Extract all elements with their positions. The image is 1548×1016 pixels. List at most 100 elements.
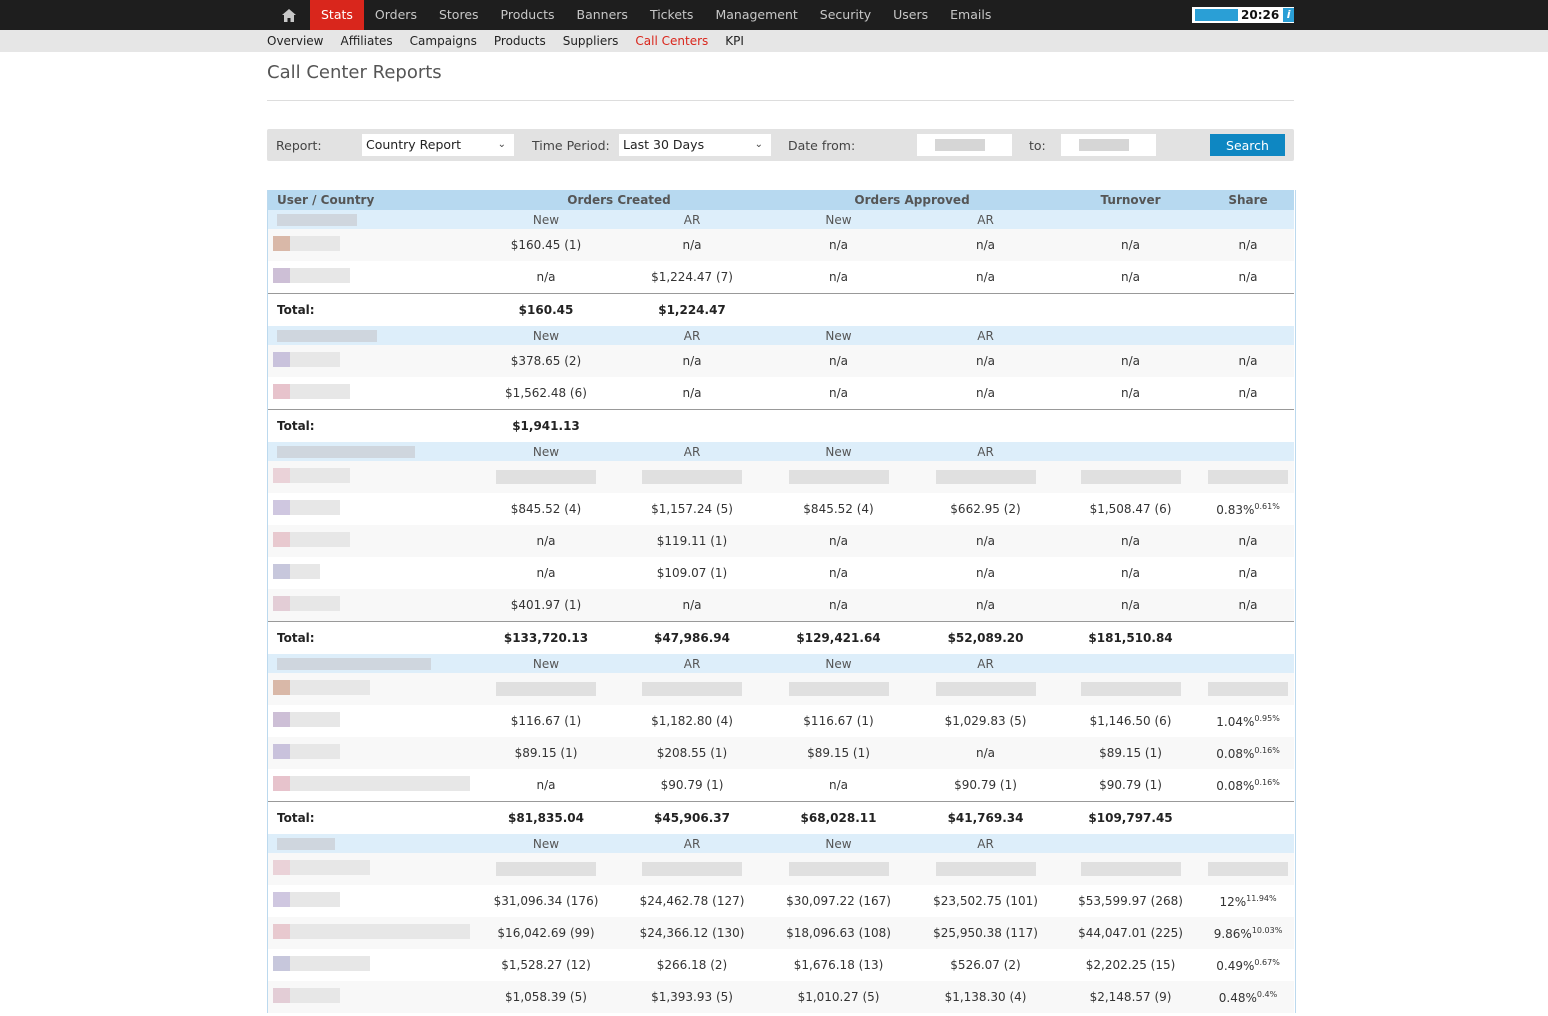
empty-cell [1059,326,1203,345]
country-flag-icon [273,564,290,579]
user-cell[interactable] [268,949,473,981]
table-row[interactable]: n/a $1,224.47 (7) n/a n/a n/a n/a [268,261,1294,294]
subnav-affiliates[interactable]: Affiliates [341,30,393,52]
call-center-name-redacted [277,446,415,458]
col-user-country[interactable]: User / Country [268,190,473,210]
orders-created-new: $1,562.48 (6) [473,377,619,410]
col-turnover[interactable]: Turnover [1059,190,1203,210]
user-cell[interactable] [268,345,473,377]
call-center-name[interactable] [268,442,473,461]
user-name-redacted [290,468,350,483]
col-orders-approved[interactable]: Orders Approved [765,190,1060,210]
cell-value: n/a [976,386,996,400]
date-to-input[interactable] [1061,134,1156,156]
nav-orders[interactable]: Orders [364,0,428,30]
share: n/a [1202,345,1295,377]
date-to-value [1079,139,1129,151]
user-cell[interactable] [268,261,473,294]
subnav-suppliers[interactable]: Suppliers [563,30,619,52]
col-orders-created[interactable]: Orders Created [473,190,766,210]
user-cell[interactable] [268,737,473,769]
table-row[interactable]: $16,042.69 (99) $24,366.12 (130) $18,096.6… [268,917,1295,949]
subnav-overview[interactable]: Overview [267,30,324,52]
subnav-products[interactable]: Products [494,30,546,52]
user-cell[interactable] [268,885,473,917]
redacted-cell [619,461,766,493]
user-cell[interactable] [268,673,473,705]
report-select[interactable]: Country Report ⌄ [362,134,514,156]
user-name-blurred [273,680,370,695]
redacted-cell [473,461,619,493]
user-cell[interactable] [268,589,473,622]
nav-products[interactable]: Products [490,0,566,30]
table-row[interactable]: $1,058.39 (5) $1,393.93 (5) $1,010.27 (5) $… [268,981,1295,1013]
nav-banners[interactable]: Banners [566,0,639,30]
user-cell[interactable] [268,769,473,802]
nav-stores[interactable]: Stores [428,0,490,30]
table-row[interactable]: $845.52 (4) $1,157.24 (5) $845.52 (4) $662.… [268,493,1294,525]
home-icon[interactable] [268,0,310,30]
table-row[interactable]: $401.97 (1) n/a n/a n/a n/a n/a [268,589,1295,622]
share: 0.49%0.67% [1202,949,1294,981]
subnav-call-centers[interactable]: Call Centers [635,30,708,52]
user-cell[interactable] [268,917,473,949]
share-previous: 0.4% [1256,989,1278,999]
orders-created-new: $89.15 (1) [473,737,619,769]
user-cell[interactable] [268,525,473,557]
nav-emails[interactable]: Emails [939,0,1002,30]
nav-security[interactable]: Security [809,0,882,30]
orders-created-new: $845.52 (4) [473,493,619,525]
user-cell[interactable] [268,493,473,525]
cell-value: n/a [1238,566,1258,580]
table-row[interactable]: $378.65 (2) n/a n/a n/a n/a n/a [268,345,1295,377]
nav-tickets[interactable]: Tickets [639,0,705,30]
date-from-input[interactable] [917,134,1012,156]
user-cell[interactable] [268,461,473,493]
cell-value: n/a [1238,598,1258,612]
user-cell[interactable] [268,853,473,885]
user-cell[interactable] [268,229,473,261]
nav-management[interactable]: Management [704,0,808,30]
redacted-cell [912,673,1060,705]
table-row[interactable]: $160.45 (1) n/a n/a n/a n/a n/a [268,229,1295,261]
top-navigation-bar: Stats Orders Stores Products Banners Tic… [0,0,1548,36]
cell-value: n/a [536,566,556,580]
user-cell[interactable] [268,377,473,410]
redacted-cell [1202,461,1295,493]
user-cell[interactable] [268,705,473,737]
orders-approved-new: $116.67 (1) [765,705,912,737]
user-cell[interactable] [268,981,473,1013]
nav-users[interactable]: Users [882,0,939,30]
cell-value: n/a [1121,534,1141,548]
table-row[interactable]: n/a $109.07 (1) n/a n/a n/a n/a [268,557,1294,589]
user-cell[interactable] [268,557,473,589]
call-center-name[interactable] [268,326,473,345]
orders-created-ar: $90.79 (1) [619,769,765,802]
table-row[interactable]: n/a $90.79 (1) n/a $90.79 (1) $90.79 (1) 0.08… [268,769,1294,802]
search-button[interactable]: Search [1210,134,1285,156]
time-period-select[interactable]: Last 30 Days ⌄ [619,134,771,156]
redacted-value [788,862,889,877]
orders-approved-ar: $23,502.75 (101) [912,885,1059,917]
table-row[interactable]: n/a $119.11 (1) n/a n/a n/a n/a [268,525,1295,557]
call-center-name[interactable] [268,210,473,229]
table-row[interactable]: $116.67 (1) $1,182.80 (4) $116.67 (1) $1,02… [268,705,1294,737]
page-title: Call Center Reports [267,52,1294,101]
cell-value: $1,562.48 (6) [505,386,587,400]
cell-value: $2,148.57 (9) [1089,990,1172,1004]
share: 9.86%10.03% [1202,917,1295,949]
table-row[interactable]: $31,096.34 (176) $24,462.78 (127) $30,097.… [268,885,1294,917]
table-row[interactable]: $89.15 (1) $208.55 (1) $89.15 (1) n/a $89.15… [268,737,1295,769]
subnav-kpi[interactable]: KPI [725,30,744,52]
col-share[interactable]: Share [1202,190,1295,210]
info-icon[interactable]: i [1283,8,1294,22]
call-center-name[interactable] [268,654,473,673]
nav-stats[interactable]: Stats [310,0,364,36]
call-center-name[interactable] [268,834,473,853]
redacted-value [1080,862,1181,877]
cell-value: n/a [976,354,996,368]
table-row-redacted [268,853,1295,885]
table-row[interactable]: $1,562.48 (6) n/a n/a n/a n/a n/a [268,377,1294,410]
subnav-campaigns[interactable]: Campaigns [410,30,477,52]
table-row[interactable]: $1,528.27 (12) $266.18 (2) $1,676.18 (13) $… [268,949,1294,981]
